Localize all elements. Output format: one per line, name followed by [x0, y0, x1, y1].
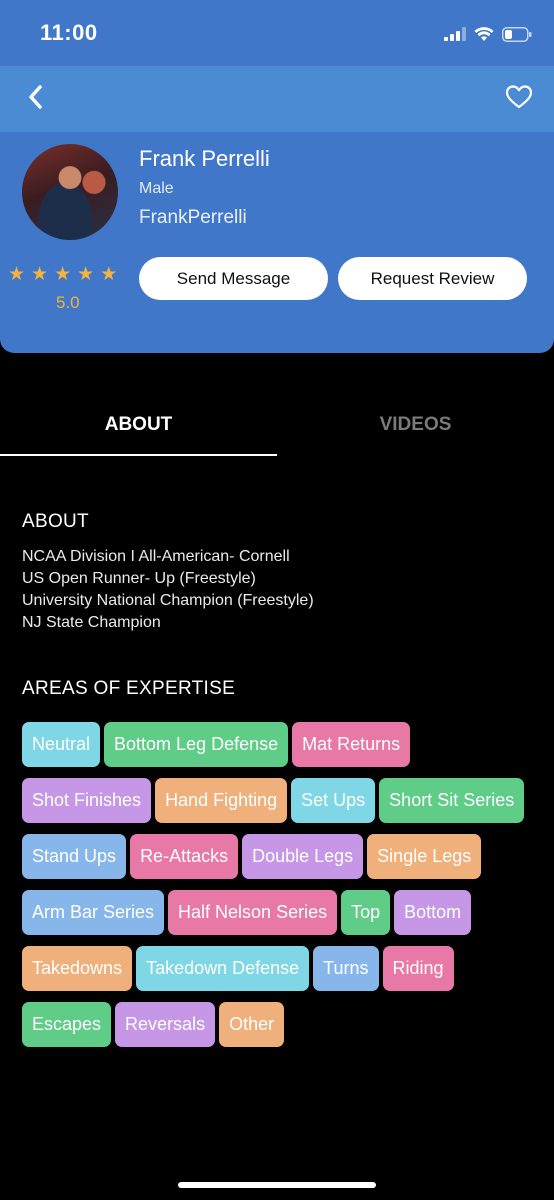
rating-value: 5.0 [56, 293, 80, 312]
expertise-tag[interactable]: Bottom Leg Defense [104, 722, 289, 767]
expertise-tag[interactable]: Double Legs [242, 834, 364, 879]
tab-bar: ABOUT VIDEOS [0, 396, 554, 460]
star-icon: ★ [8, 264, 26, 285]
tab-about[interactable]: ABOUT [0, 396, 277, 454]
cellular-signal-icon [444, 27, 466, 41]
back-button[interactable] [18, 80, 52, 114]
expertise-tag[interactable]: Top [341, 890, 391, 935]
status-bar: 11:00 [0, 0, 554, 66]
home-indicator[interactable] [178, 1182, 376, 1188]
about-line: US Open Runner- Up (Freestyle) [22, 570, 256, 587]
about-line: NJ State Champion [22, 614, 161, 631]
nav-bar [0, 66, 554, 132]
expertise-tags: Neutral Bottom Leg Defense Mat Returns Shot… [22, 722, 532, 1047]
status-icons [444, 22, 532, 46]
expertise-tag[interactable]: Single Legs [367, 834, 482, 879]
star-icon: ★ [31, 264, 49, 285]
expertise-tag[interactable]: Re-Attacks [130, 834, 239, 879]
about-text: NCAA Division I All-American- Cornell US… [22, 546, 314, 634]
expertise-tag[interactable]: Arm Bar Series [22, 890, 165, 935]
expertise-tag[interactable]: Shot Finishes [22, 778, 152, 823]
expertise-tag[interactable]: Other [219, 1002, 285, 1047]
heart-outline-icon [505, 85, 533, 109]
expertise-tag[interactable]: Riding [382, 946, 454, 991]
profile-username: FrankPerrelli [139, 207, 247, 228]
send-message-button[interactable]: Send Message [139, 257, 328, 300]
about-line: NCAA Division I All-American- Cornell [22, 548, 290, 565]
expertise-tag[interactable]: Takedown Defense [136, 946, 310, 991]
expertise-tag[interactable]: Half Nelson Series [168, 890, 338, 935]
status-time: 11:00 [40, 20, 98, 45]
expertise-tag[interactable]: Short Sit Series [379, 778, 525, 823]
star-icon: ★ [77, 264, 95, 285]
favorite-button[interactable] [502, 80, 536, 114]
wifi-icon [474, 26, 494, 41]
expertise-tag[interactable]: Stand Ups [22, 834, 127, 879]
avatar [22, 144, 118, 240]
profile-gender: Male [139, 180, 174, 197]
about-line: University National Champion (Freestyle) [22, 592, 314, 609]
expertise-heading: AREAS OF EXPERTISE [22, 678, 236, 699]
expertise-tag[interactable]: Bottom [394, 890, 472, 935]
expertise-tag[interactable]: Neutral [22, 722, 101, 767]
expertise-tag[interactable]: Mat Returns [292, 722, 411, 767]
tab-videos[interactable]: VIDEOS [277, 396, 554, 454]
expertise-tag[interactable]: Set Ups [291, 778, 376, 823]
profile-header: 11:00 Frank Perrelli Male FrankPerrelli … [0, 0, 554, 353]
star-icon: ★ [54, 264, 72, 285]
star-rating: ★ ★ ★ ★ ★ [8, 264, 117, 286]
battery-icon [502, 26, 532, 42]
expertise-tag[interactable]: Turns [313, 946, 379, 991]
expertise-tag[interactable]: Takedowns [22, 946, 133, 991]
star-icon: ★ [100, 264, 118, 285]
expertise-tag[interactable]: Escapes [22, 1002, 112, 1047]
request-review-button[interactable]: Request Review [338, 257, 527, 300]
about-heading: ABOUT [22, 511, 89, 532]
expertise-tag[interactable]: Reversals [115, 1002, 216, 1047]
profile-name: Frank Perrelli [139, 146, 270, 171]
active-tab-indicator [0, 454, 277, 456]
chevron-left-icon [29, 85, 42, 109]
expertise-tag[interactable]: Hand Fighting [155, 778, 288, 823]
